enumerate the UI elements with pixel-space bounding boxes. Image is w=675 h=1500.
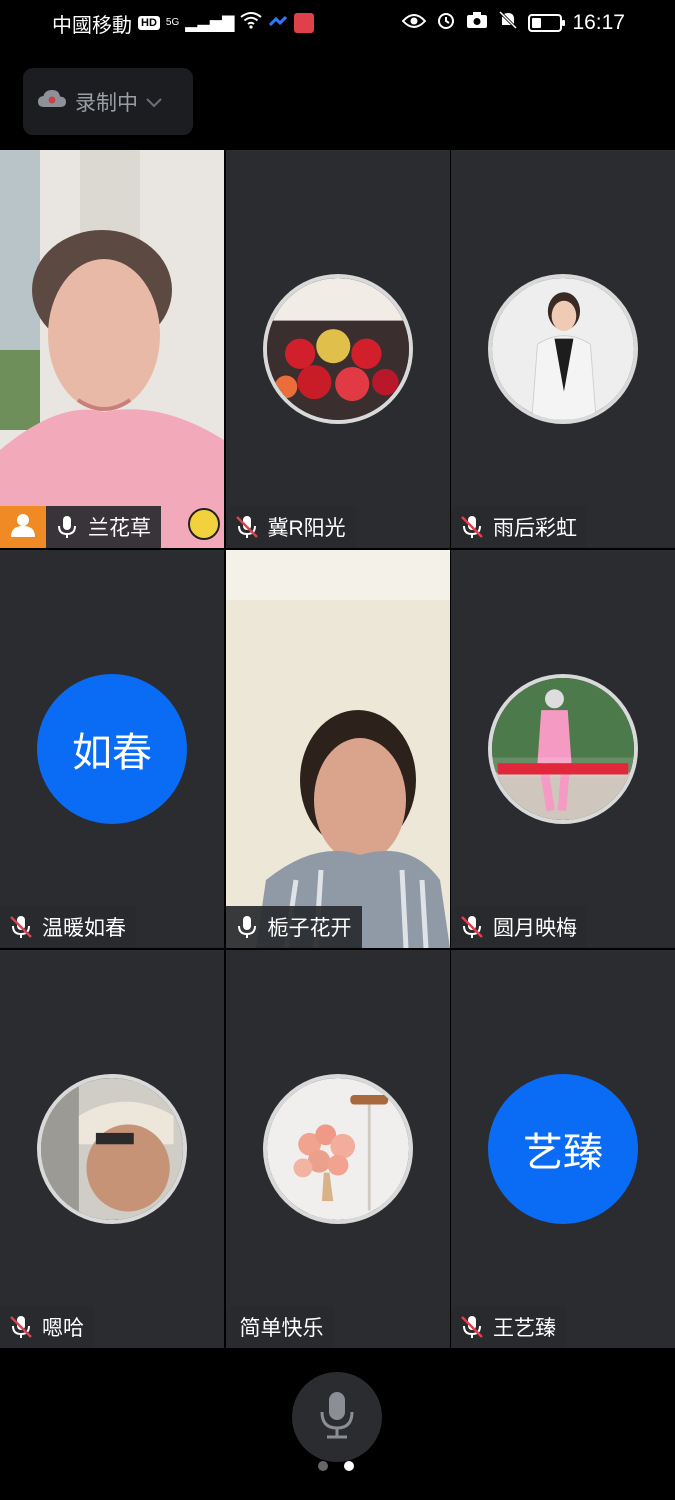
mic-muted-icon (459, 914, 485, 940)
wifi-icon (240, 11, 263, 35)
participant-text-avatar: 艺臻 (488, 1074, 638, 1224)
page-dot-current[interactable] (344, 1461, 354, 1471)
participant-name: 圆月映梅 (493, 917, 577, 940)
participant-avatar (488, 274, 638, 424)
participant-tile[interactable]: 如春 温暖如春 (0, 550, 224, 948)
link-icon (268, 12, 288, 35)
mic-muted-icon (8, 1314, 34, 1340)
mic-muted-icon (459, 514, 485, 540)
participant-name: 兰花草 (88, 517, 151, 540)
smiley-emoji-icon (188, 508, 220, 540)
alarm-icon (436, 10, 456, 36)
participant-namebar: 简单快乐 (225, 1306, 334, 1348)
mic-muted-icon (459, 1314, 485, 1340)
battery-icon (528, 14, 566, 32)
hd-badge: HD (138, 16, 160, 30)
participant-tile[interactable]: 艺臻 王艺臻 (451, 950, 675, 1348)
participant-video (225, 550, 450, 948)
mic-icon (54, 514, 80, 540)
bell-muted-icon (498, 10, 518, 36)
participant-tile[interactable]: 冀R阳光 (225, 150, 450, 548)
mic-muted-icon (8, 914, 34, 940)
participant-namebar: 嗯哈 (0, 1306, 94, 1348)
participant-tile[interactable]: 嗯哈 (0, 950, 224, 1348)
participant-name: 嗯哈 (42, 1317, 84, 1340)
participant-name: 冀R阳光 (267, 517, 346, 540)
microphone-icon (317, 1390, 357, 1445)
participant-avatar (262, 274, 413, 424)
participant-tile[interactable]: 圆月映梅 (451, 550, 675, 948)
book-app-icon (294, 13, 315, 33)
participant-video (0, 150, 224, 548)
participant-tile[interactable]: 简单快乐 (225, 950, 450, 1348)
participant-tile[interactable]: 兰花草 (0, 150, 224, 548)
participant-name: 温暖如春 (42, 917, 126, 940)
network-type: 5G (165, 16, 180, 28)
microphone-button[interactable] (292, 1372, 382, 1462)
participant-namebar: 圆月映梅 (451, 906, 587, 948)
host-badge (0, 506, 46, 548)
participant-name: 简单快乐 (239, 1317, 324, 1340)
status-bar: 中國移動 HD 5G ▂▃▅▇ 16:17 (0, 0, 675, 46)
participant-name: 栀子花开 (267, 917, 352, 940)
person-icon (10, 513, 36, 542)
camera-icon (466, 11, 488, 35)
participant-name: 王艺臻 (493, 1317, 556, 1340)
cloud-icon (37, 89, 67, 115)
participant-avatar (37, 1074, 187, 1224)
participant-namebar: 栀子花开 (225, 906, 362, 948)
participant-avatar (262, 1074, 413, 1224)
participant-text-avatar: 如春 (37, 674, 187, 824)
participant-namebar: 雨后彩虹 (451, 506, 587, 548)
participant-name: 雨后彩虹 (493, 517, 577, 540)
chevron-down-icon (146, 90, 162, 114)
signal-icon: ▂▃▅▇ (185, 15, 235, 32)
participant-tile-active-speaker[interactable]: 栀子花开 (225, 550, 450, 948)
carrier-label: 中國移動 (52, 14, 132, 37)
mic-muted-icon (234, 514, 260, 540)
participant-namebar: 温暖如春 (0, 906, 136, 948)
participant-namebar: 冀R阳光 (225, 506, 356, 548)
page-dot[interactable] (318, 1461, 328, 1471)
participant-avatar (488, 674, 638, 824)
recording-label: 录制中 (75, 91, 138, 115)
status-clock: 16:17 (572, 11, 625, 34)
mic-icon (234, 914, 260, 940)
page-indicator[interactable] (318, 1461, 354, 1471)
participant-namebar: 兰花草 (46, 506, 161, 548)
recording-dropdown[interactable]: 录制中 (23, 68, 193, 135)
eye-icon (402, 12, 427, 35)
participant-grid: 兰花草 冀R阳光 雨后彩虹 如春 温暖如春 栀子花开 圆月映梅 嗯哈 简单快乐 … (0, 150, 675, 1350)
participant-namebar: 王艺臻 (451, 1306, 566, 1348)
participant-tile[interactable]: 雨后彩虹 (451, 150, 675, 548)
